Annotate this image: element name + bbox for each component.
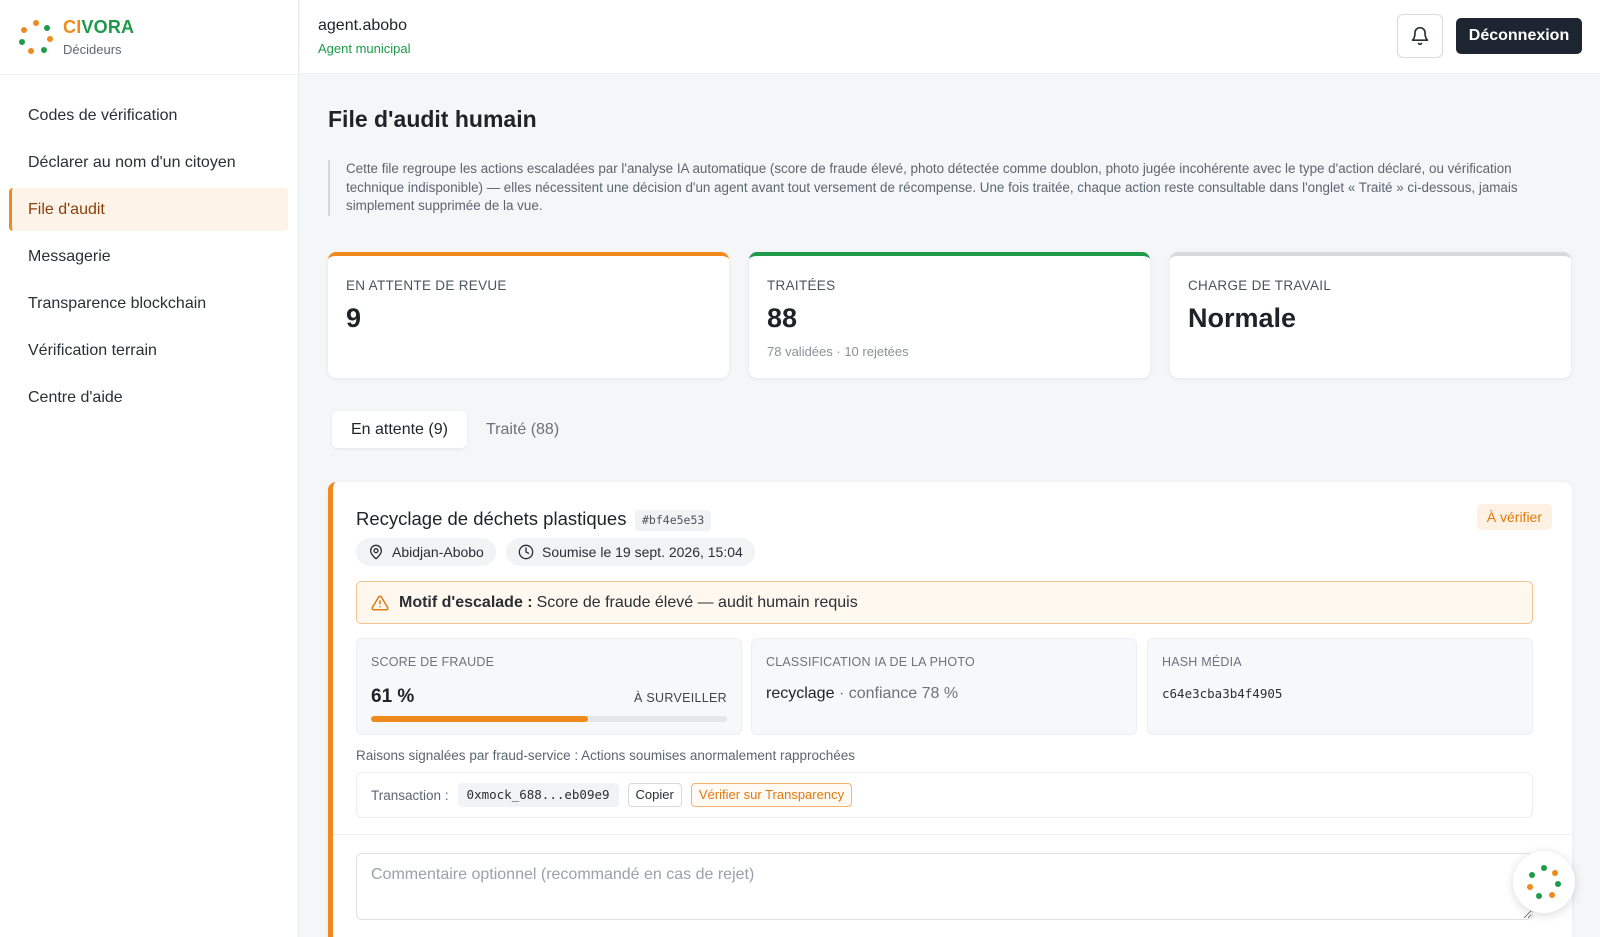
location-text: Abidjan-Abobo [392,544,484,560]
brand-subtitle: Décideurs [63,42,122,57]
stats-row: EN ATTENTE DE REVUE 9 TRAITÉES 88 78 val… [328,252,1572,378]
sidebar-item-transparence-blockchain[interactable]: Transparence blockchain [9,282,288,325]
submitted-chip: Soumise le 19 sept. 2026, 15:04 [506,538,755,566]
user-name: agent.abobo [318,17,407,34]
civora-logo-icon [1527,865,1561,899]
stat-value: 9 [346,303,362,333]
transaction-hash: 0xmock_688...eb09e9 [457,783,619,807]
sidebar-nav: Codes de vérification Déclarer au nom d'… [0,75,298,419]
card-divider [333,834,1572,835]
metric-label: HASH MÉDIA [1162,655,1242,669]
action-id-badge: #bf4e5e53 [635,510,712,531]
classification-line: recyclage · confiance 78 % [766,685,1122,703]
stat-card-pending: EN ATTENTE DE REVUE 9 [328,252,729,378]
transaction-row: Transaction : 0xmock_688...eb09e9 Copier… [356,772,1533,818]
classification-confidence: · confiance 78 % [838,685,959,702]
sidebar-item-file-audit[interactable]: File d'audit [9,188,288,231]
sidebar-item-declarer-citoyen[interactable]: Déclarer au nom d'un citoyen [9,141,288,184]
stat-value: 88 [767,303,798,333]
fraud-score-bar [371,716,727,722]
brand[interactable]: CIVORA Décideurs [0,0,298,75]
media-hash-value: c64e3cba3b4f4905 [1162,686,1283,701]
fraud-score-fill [371,716,589,722]
fraud-reasons: Raisons signalées par fraud-service : Ac… [356,748,855,763]
brand-name: CIVORA [63,17,135,37]
stat-sub: 78 validées · 10 rejetées [767,344,909,359]
sidebar-item-verification-terrain[interactable]: Vérification terrain [9,329,288,372]
audit-tabs: En attente (9) Traité (88) [332,411,578,448]
map-pin-icon [370,544,382,560]
stat-card-processed: TRAITÉES 88 78 validées · 10 rejetées [749,252,1150,378]
classification-panel: CLASSIFICATION IA DE LA PHOTO recyclage … [751,638,1137,735]
stat-label: CHARGE DE TRAVAIL [1188,278,1332,293]
notifications-button[interactable] [1397,14,1443,58]
stat-value: Normale [1188,303,1297,333]
fraud-score-value: 61 % [371,686,415,707]
sidebar: CIVORA Décideurs Codes de vérification D… [0,0,299,937]
audit-card: Recyclage de déchets plastiques #bf4e5e5… [328,482,1572,937]
page-title: File d'audit humain [328,106,537,132]
alert-label: Motif d'escalade : [399,593,533,611]
assistant-button[interactable] [1513,851,1575,913]
transaction-label: Transaction : [371,787,449,803]
user-role: Agent municipal [318,41,411,56]
clock-icon [518,544,534,560]
bell-icon [1411,26,1429,46]
verify-transparency-button[interactable]: Vérifier sur Transparency [690,783,853,807]
stat-label: EN ATTENTE DE REVUE [346,278,507,293]
stat-label: TRAITÉES [767,278,836,293]
card-title: Recyclage de déchets plastiques [356,508,627,529]
copy-button[interactable]: Copier [627,783,682,807]
warning-icon [371,594,389,610]
tab-traite[interactable]: Traité (88) [467,411,578,448]
civora-logo-icon [19,20,53,54]
page-intro: Cette file regroupe les actions escaladé… [328,160,1572,216]
sidebar-item-codes-verification[interactable]: Codes de vérification [9,94,288,137]
stat-card-workload: CHARGE DE TRAVAIL Normale [1170,252,1571,378]
media-hash-panel: HASH MÉDIA c64e3cba3b4f4905 [1147,638,1533,735]
comment-field[interactable] [356,853,1533,920]
classification-category: recyclage [766,685,835,702]
top-header: agent.abobo Agent municipal Déconnexion [300,0,1600,74]
fraud-level: À SURVEILLER [634,691,727,705]
submitted-text: Soumise le 19 sept. 2026, 15:04 [542,544,743,560]
status-badge: À vérifier [1476,504,1552,530]
location-chip: Abidjan-Abobo [356,538,496,566]
tab-en-attente[interactable]: En attente (9) [332,411,467,448]
sidebar-item-messagerie[interactable]: Messagerie [9,235,288,278]
escalation-alert: Motif d'escalade : Score de fraude élevé… [356,581,1533,624]
sidebar-item-centre-aide[interactable]: Centre d'aide [9,376,288,419]
logout-button[interactable]: Déconnexion [1456,18,1582,54]
alert-text: Score de fraude élevé — audit humain req… [536,593,858,611]
metric-label: CLASSIFICATION IA DE LA PHOTO [766,655,975,669]
metric-label: SCORE DE FRAUDE [371,655,495,669]
fraud-score-panel: SCORE DE FRAUDE 61 % À SURVEILLER [356,638,742,735]
